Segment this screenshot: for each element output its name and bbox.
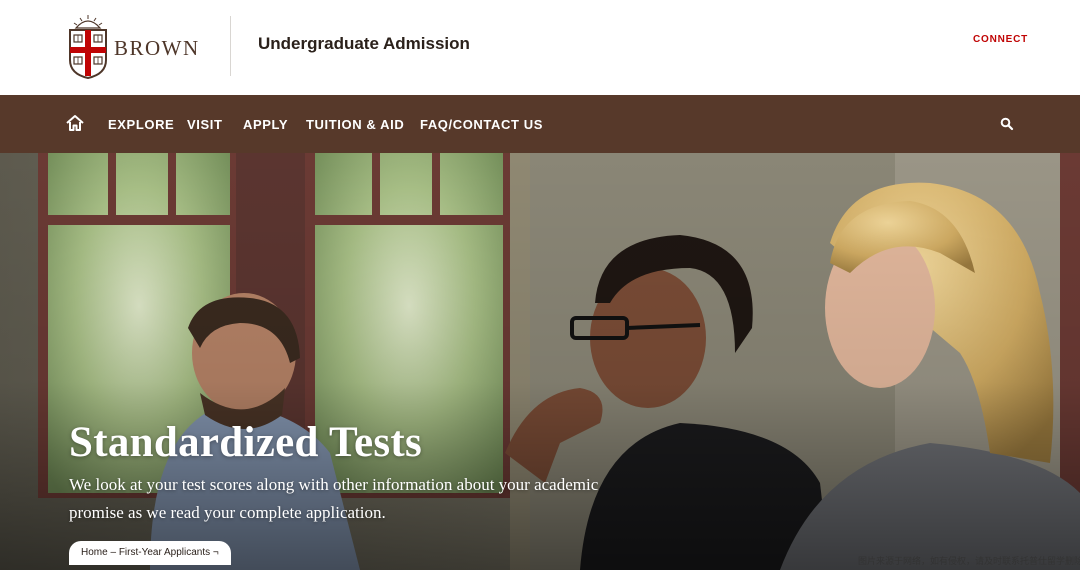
nav-search-button[interactable] (1000, 117, 1014, 131)
hero-banner: Standardized Tests We look at your test … (0, 153, 1080, 570)
page-subtitle: We look at your test scores along with o… (69, 475, 599, 522)
connect-link[interactable]: CONNECT (973, 34, 1028, 45)
nav-item-visit[interactable]: VISIT (187, 117, 223, 132)
brown-seal-icon (69, 15, 107, 80)
nav-home-link[interactable] (65, 113, 85, 133)
nav-item-apply[interactable]: APPLY (243, 117, 288, 132)
breadcrumb-dropdown-icon[interactable]: ¬ (210, 547, 219, 558)
image-source-watermark: 图片来源于网络，如有侵权，请及时联系托普仕留学删除 (858, 557, 1080, 567)
breadcrumb-first-year-link[interactable]: First-Year Applicants (119, 547, 210, 558)
main-nav: EXPLORE VISIT APPLY TUITION & AID FAQ/CO… (0, 95, 1080, 153)
site-header: BROWN Undergraduate Admission CONNECT (0, 0, 1080, 95)
breadcrumb-separator: – (107, 547, 119, 558)
nav-item-tuition-aid[interactable]: TUITION & AID (306, 117, 404, 132)
page-title: Standardized Tests (69, 419, 423, 466)
home-icon (66, 115, 84, 131)
brown-wordmark: BROWN (114, 36, 200, 60)
search-icon (1000, 117, 1014, 131)
breadcrumb: Home – First-Year Applicants ¬ (69, 541, 231, 565)
nav-item-faq-contact[interactable]: FAQ/CONTACT US (420, 117, 543, 132)
nav-item-explore[interactable]: EXPLORE (108, 117, 174, 132)
breadcrumb-home-link[interactable]: Home (81, 547, 108, 558)
site-title[interactable]: Undergraduate Admission (258, 34, 470, 54)
header-divider (230, 16, 231, 76)
brown-logo-link[interactable]: BROWN (68, 14, 208, 80)
